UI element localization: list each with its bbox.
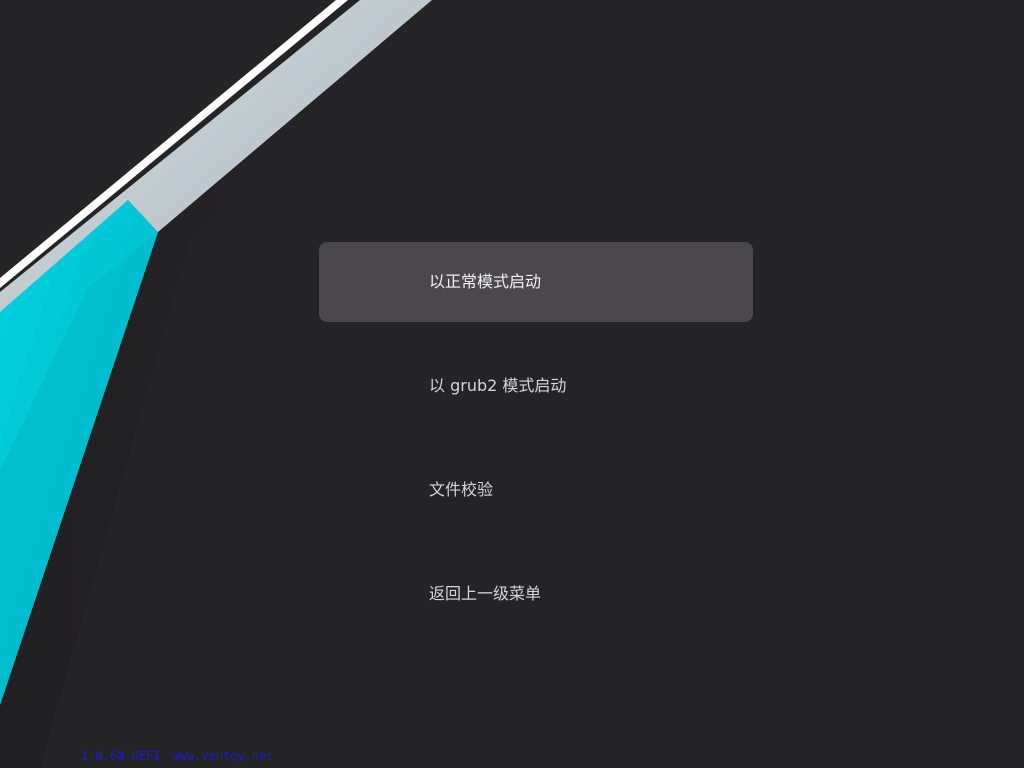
version-label: 1.0.60 UEFI [80, 749, 161, 763]
menu-item-label: 返回上一级菜单 [429, 584, 542, 603]
menu-item-file-checksum[interactable]: 文件校验 [319, 450, 753, 530]
menu-item-label: 文件校验 [429, 480, 494, 499]
menu-item-label: 以正常模式启动 [429, 272, 542, 291]
menu-item-normal-boot[interactable]: 以正常模式启动 [319, 242, 753, 322]
website-label: www.ventoy.net [172, 749, 274, 763]
footer: 1.0.60 UEFI www.ventoy.net [52, 729, 274, 763]
menu-item-label: 以 grub2 模式启动 [429, 376, 567, 395]
menu-item-grub2-boot[interactable]: 以 grub2 模式启动 [319, 346, 753, 426]
boot-menu-screen: 以正常模式启动 以 grub2 模式启动 文件校验 返回上一级菜单 1.0.60… [0, 0, 1024, 768]
menu-item-return-parent[interactable]: 返回上一级菜单 [319, 554, 753, 634]
